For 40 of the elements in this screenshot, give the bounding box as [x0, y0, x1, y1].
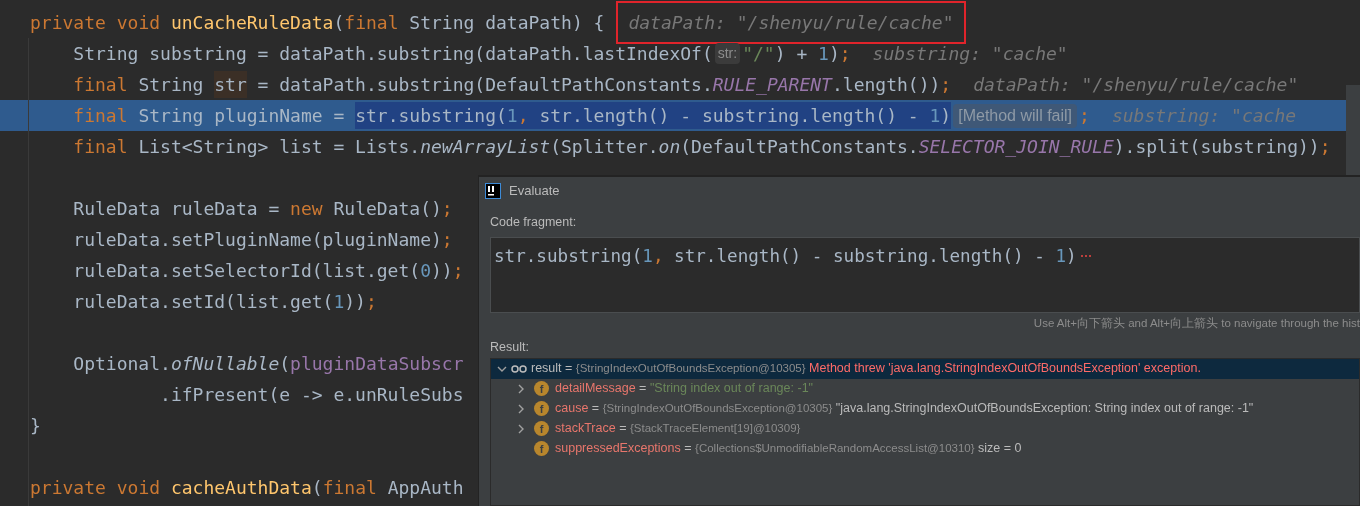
- inline-value-hint: dataPath: "/shenyu/rule/cache": [616, 1, 966, 44]
- chevron-icon[interactable]: [516, 403, 526, 414]
- selected-code: str.substring(1, str.length() - substring.length() - 1): [355, 102, 952, 129]
- chevron-icon[interactable]: [516, 383, 526, 394]
- field-badge-icon: f: [534, 441, 549, 457]
- field-label: Code fragment:: [490, 215, 577, 229]
- code-line: ruleData.setPluginName(pluginName);: [72, 228, 453, 252]
- code-line: final String str = dataPath.substring(DefaultPathConstants.RULE_PARENT.length());: [30, 71, 952, 98]
- tree-row-text: detailMessage = "String index out of range: -1": [555, 380, 814, 398]
- code-line: .ifPresent(e -> e.unRuleSubs: [159, 383, 464, 407]
- failure-hint: [Method will fail]: [953, 103, 1078, 128]
- code-line: final List<String> list = Lists.newArrayList(Splitter.on(DefaultPathConstants.SELECTOR_JOIN_RULE).split(substring));: [72, 135, 1331, 159]
- code-line: final String pluginName =: [72, 104, 346, 128]
- inline-value-hint: dataPath: "/shenyu/rule/cache": [973, 73, 1299, 97]
- code-line: private void unCacheRuleData(final String dataPath) {: [30, 11, 605, 35]
- field-badge-icon: f: [534, 421, 549, 437]
- code-line: private void cacheAuthData(final AppAuth: [30, 476, 464, 500]
- code-line: String substring = dataPath.substring(dataPath.lastIndexOf( str: "/") + 1);: [72, 42, 851, 66]
- watch-icon: [511, 364, 527, 373]
- inline-value-hint: substring: "cache: [1111, 104, 1297, 128]
- tree-row-text: stackTrace = {StackTraceElement[19]@10309}: [555, 420, 801, 438]
- field-badge-icon: f: [534, 401, 549, 417]
- field-badge-icon: f: [534, 381, 549, 397]
- tree-row-text: cause = {StringIndexOutOfBoundsException@10305} "java.lang.StringIndexOutOfBoundsException: String index out of range: -1": [555, 400, 1254, 418]
- scrollbar[interactable]: [1346, 85, 1360, 175]
- tree-row-text: result = {StringIndexOutOfBoundsException@10305} Method threw 'java.lang.StringIndexOutOfBoundsException' exception.: [531, 360, 1201, 378]
- chevron-icon[interactable]: [516, 423, 526, 434]
- app-icon: [485, 183, 501, 199]
- dialog-title: Evaluate: [509, 182, 560, 201]
- code-line: RuleData ruleData = new RuleData();: [72, 197, 453, 221]
- code-text: ;: [1079, 104, 1090, 128]
- tree-row-text: suppressedExceptions = {Collections$UnmodifiableRandomAccessList@10310} size = 0: [555, 440, 1022, 458]
- inline-value-hint: substring: "cache": [872, 42, 1068, 66]
- code-line: Optional.ofNullable(pluginDataSubscr: [72, 352, 464, 376]
- code-line: }: [30, 414, 41, 438]
- tree-row[interactable]: result = {StringIndexOutOfBoundsException@10305} Method threw 'java.lang.StringIndexOutOfBoundsException' exception.: [491, 358, 1359, 379]
- field-label: Result:: [490, 340, 529, 354]
- code-line: ruleData.setId(list.get(1));: [72, 290, 377, 314]
- code-line: ruleData.setSelectorId(list.get(0));: [72, 259, 464, 283]
- code-fragment-field[interactable]: str.substring(1, str.length() - substring.length() - 1): [490, 236, 1360, 313]
